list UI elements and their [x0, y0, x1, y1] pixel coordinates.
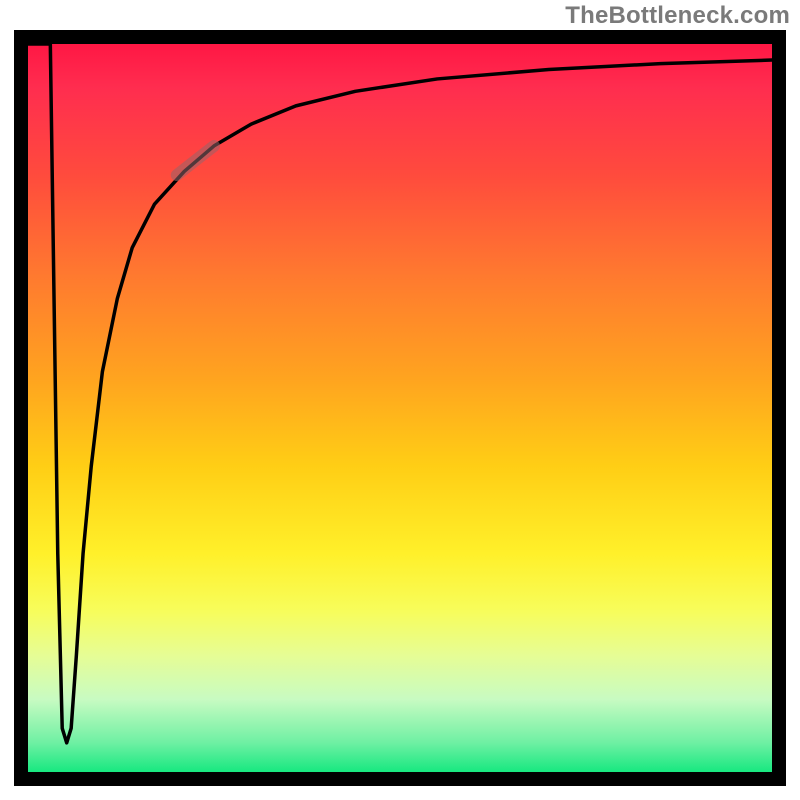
bottleneck-curve	[28, 44, 772, 743]
chart-svg	[28, 44, 772, 772]
attribution-label: TheBottleneck.com	[565, 2, 790, 30]
chart-container: TheBottleneck.com	[0, 0, 800, 800]
highlight-segment	[177, 146, 214, 175]
plot-frame	[14, 30, 786, 786]
